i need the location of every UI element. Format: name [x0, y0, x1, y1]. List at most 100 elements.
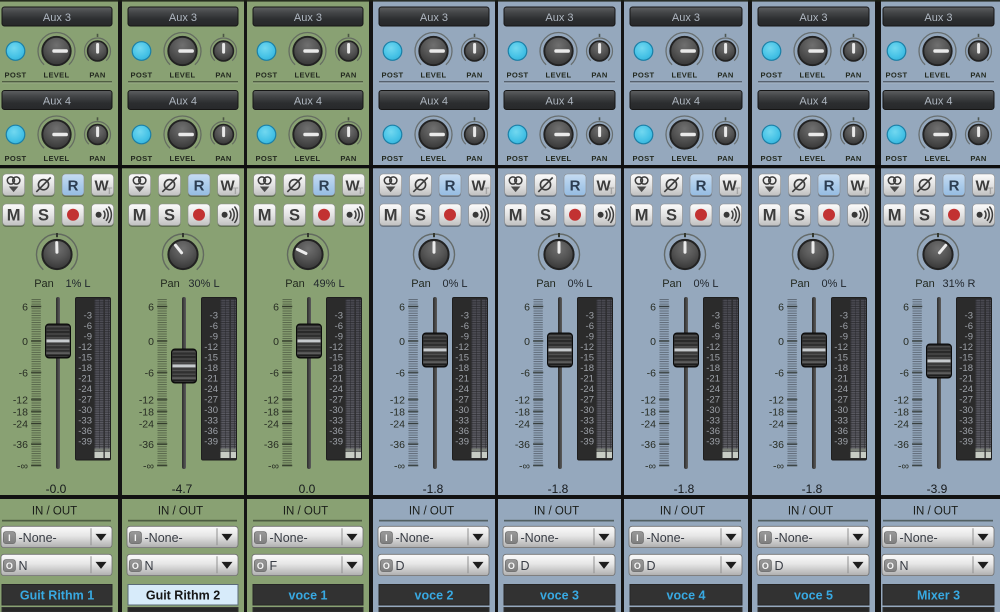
svg-text:-27: -27	[455, 394, 469, 405]
svg-text:-21: -21	[580, 373, 594, 384]
svg-text:-12: -12	[329, 342, 343, 353]
svg-text:LEVEL: LEVEL	[44, 71, 70, 80]
svg-text:I: I	[889, 533, 892, 543]
svg-text:POST: POST	[761, 71, 783, 80]
svg-text:D: D	[521, 559, 530, 573]
svg-text:-12: -12	[706, 342, 720, 353]
svg-text:-15: -15	[580, 352, 594, 363]
svg-text:PAN: PAN	[717, 71, 733, 80]
svg-text:-36: -36	[390, 439, 405, 451]
svg-text:M: M	[384, 207, 398, 225]
svg-text:I: I	[385, 533, 388, 543]
svg-text:-36: -36	[455, 426, 469, 437]
svg-text:-21: -21	[78, 373, 92, 384]
svg-text:-6: -6	[647, 367, 656, 379]
svg-text:-39: -39	[706, 436, 720, 447]
svg-text:Guit Rithm 1: Guit Rithm 1	[20, 589, 94, 603]
svg-text:Aux 4: Aux 4	[420, 96, 448, 108]
svg-text:0: 0	[650, 336, 656, 348]
svg-text:I: I	[134, 533, 137, 543]
svg-text:-9: -9	[335, 331, 343, 342]
svg-text:POST: POST	[382, 154, 404, 163]
svg-text:PAN: PAN	[89, 71, 105, 80]
svg-text:Guit Rithm 2: Guit Rithm 2	[146, 589, 220, 603]
svg-text:-39: -39	[834, 436, 848, 447]
svg-text:M: M	[635, 207, 649, 225]
svg-text:M: M	[258, 207, 272, 225]
svg-text:R: R	[824, 177, 835, 194]
svg-text:-6: -6	[775, 367, 784, 379]
svg-text:POST: POST	[633, 71, 655, 80]
svg-text:voce 3: voce 3	[540, 589, 579, 603]
svg-text:voce 4: voce 4	[667, 589, 706, 603]
svg-text:-24: -24	[329, 384, 343, 395]
svg-text:-33: -33	[78, 415, 92, 426]
svg-text:-12: -12	[264, 394, 279, 406]
svg-text:-30: -30	[959, 405, 973, 416]
svg-text:-36: -36	[78, 426, 92, 437]
svg-text:-None-: -None-	[19, 531, 57, 545]
svg-text:R: R	[949, 177, 960, 194]
svg-text:0% L: 0% L	[442, 278, 467, 290]
svg-text:IN / OUT: IN / OUT	[788, 506, 833, 518]
svg-text:-18: -18	[580, 363, 594, 374]
svg-text:-24: -24	[894, 418, 909, 430]
svg-text:Aux 3: Aux 3	[43, 12, 71, 24]
svg-text:6: 6	[778, 301, 784, 313]
svg-text:-12: -12	[78, 342, 92, 353]
svg-text:-12: -12	[204, 342, 218, 353]
svg-text:-9: -9	[712, 331, 720, 342]
svg-text:-6: -6	[840, 321, 848, 332]
svg-text:-None-: -None-	[270, 531, 308, 545]
svg-text:IN / OUT: IN / OUT	[158, 506, 203, 518]
svg-text:IN / OUT: IN / OUT	[913, 506, 958, 518]
svg-text:-21: -21	[834, 373, 848, 384]
svg-text:IN / OUT: IN / OUT	[409, 506, 454, 518]
svg-text:-36: -36	[264, 439, 279, 451]
svg-text:LEVEL: LEVEL	[295, 154, 321, 163]
svg-text:-15: -15	[204, 352, 218, 363]
svg-text:POST: POST	[886, 154, 908, 163]
svg-text:-18: -18	[706, 363, 720, 374]
svg-text:-18: -18	[959, 363, 973, 374]
svg-text:-6: -6	[461, 321, 469, 332]
svg-text:F: F	[270, 559, 278, 573]
svg-text:Aux 4: Aux 4	[924, 96, 952, 108]
svg-text:S: S	[540, 207, 551, 225]
svg-text:-24: -24	[706, 384, 720, 395]
svg-text:31% R: 31% R	[942, 278, 975, 290]
svg-text:M: M	[763, 207, 777, 225]
svg-text:-12: -12	[13, 394, 28, 406]
svg-text:-∞: -∞	[394, 460, 405, 472]
svg-text:-36: -36	[769, 439, 784, 451]
svg-text:T: T	[106, 186, 112, 197]
svg-text:-∞: -∞	[268, 460, 279, 472]
svg-text:-None-: -None-	[521, 531, 559, 545]
svg-text:LEVEL: LEVEL	[170, 71, 196, 80]
svg-text:-18: -18	[329, 363, 343, 374]
svg-text:D: D	[775, 559, 784, 573]
svg-text:-None-: -None-	[900, 531, 938, 545]
svg-text:PAN: PAN	[845, 154, 861, 163]
svg-text:-24: -24	[769, 418, 784, 430]
svg-text:PAN: PAN	[340, 71, 356, 80]
svg-text:-18: -18	[204, 363, 218, 374]
svg-text:-24: -24	[515, 418, 530, 430]
svg-text:-21: -21	[455, 373, 469, 384]
svg-text:-3.9: -3.9	[927, 482, 948, 496]
svg-text:T: T	[232, 186, 238, 197]
svg-text:-0.0: -0.0	[46, 482, 67, 496]
svg-text:6: 6	[524, 301, 530, 313]
svg-text:I: I	[259, 533, 262, 543]
svg-text:-9: -9	[210, 331, 218, 342]
svg-text:-30: -30	[834, 405, 848, 416]
svg-text:Pan: Pan	[662, 278, 682, 290]
svg-text:O: O	[762, 561, 769, 571]
svg-text:-12: -12	[455, 342, 469, 353]
svg-text:Aux 3: Aux 3	[924, 12, 952, 24]
svg-text:S: S	[794, 207, 805, 225]
svg-text:-None-: -None-	[145, 531, 183, 545]
svg-text:LEVEL: LEVEL	[546, 71, 572, 80]
svg-text:6: 6	[903, 301, 909, 313]
svg-text:0.0: 0.0	[299, 482, 316, 496]
